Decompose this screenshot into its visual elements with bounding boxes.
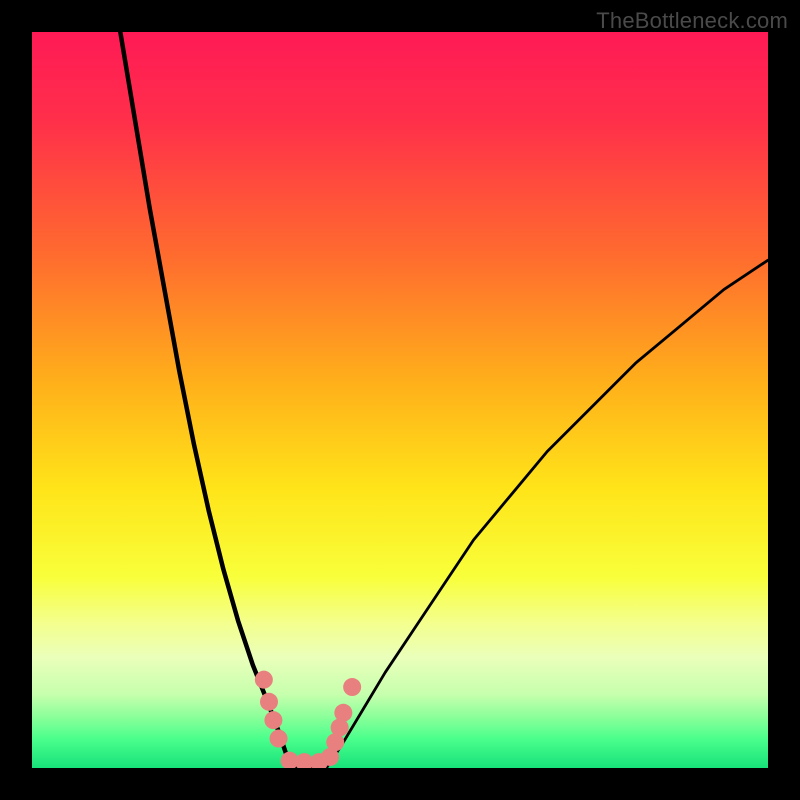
highlight-marker [270, 730, 288, 748]
highlight-marker [264, 711, 282, 729]
plot-area [32, 32, 768, 768]
curve-layer [32, 32, 768, 768]
curve-right-branch [326, 260, 768, 768]
highlight-marker [260, 693, 278, 711]
chart-container: TheBottleneck.com [0, 0, 800, 800]
highlight-marker [334, 704, 352, 722]
watermark-text: TheBottleneck.com [596, 8, 788, 34]
highlight-marker [255, 671, 273, 689]
highlight-marker [343, 678, 361, 696]
curve-left-branch [120, 32, 291, 768]
